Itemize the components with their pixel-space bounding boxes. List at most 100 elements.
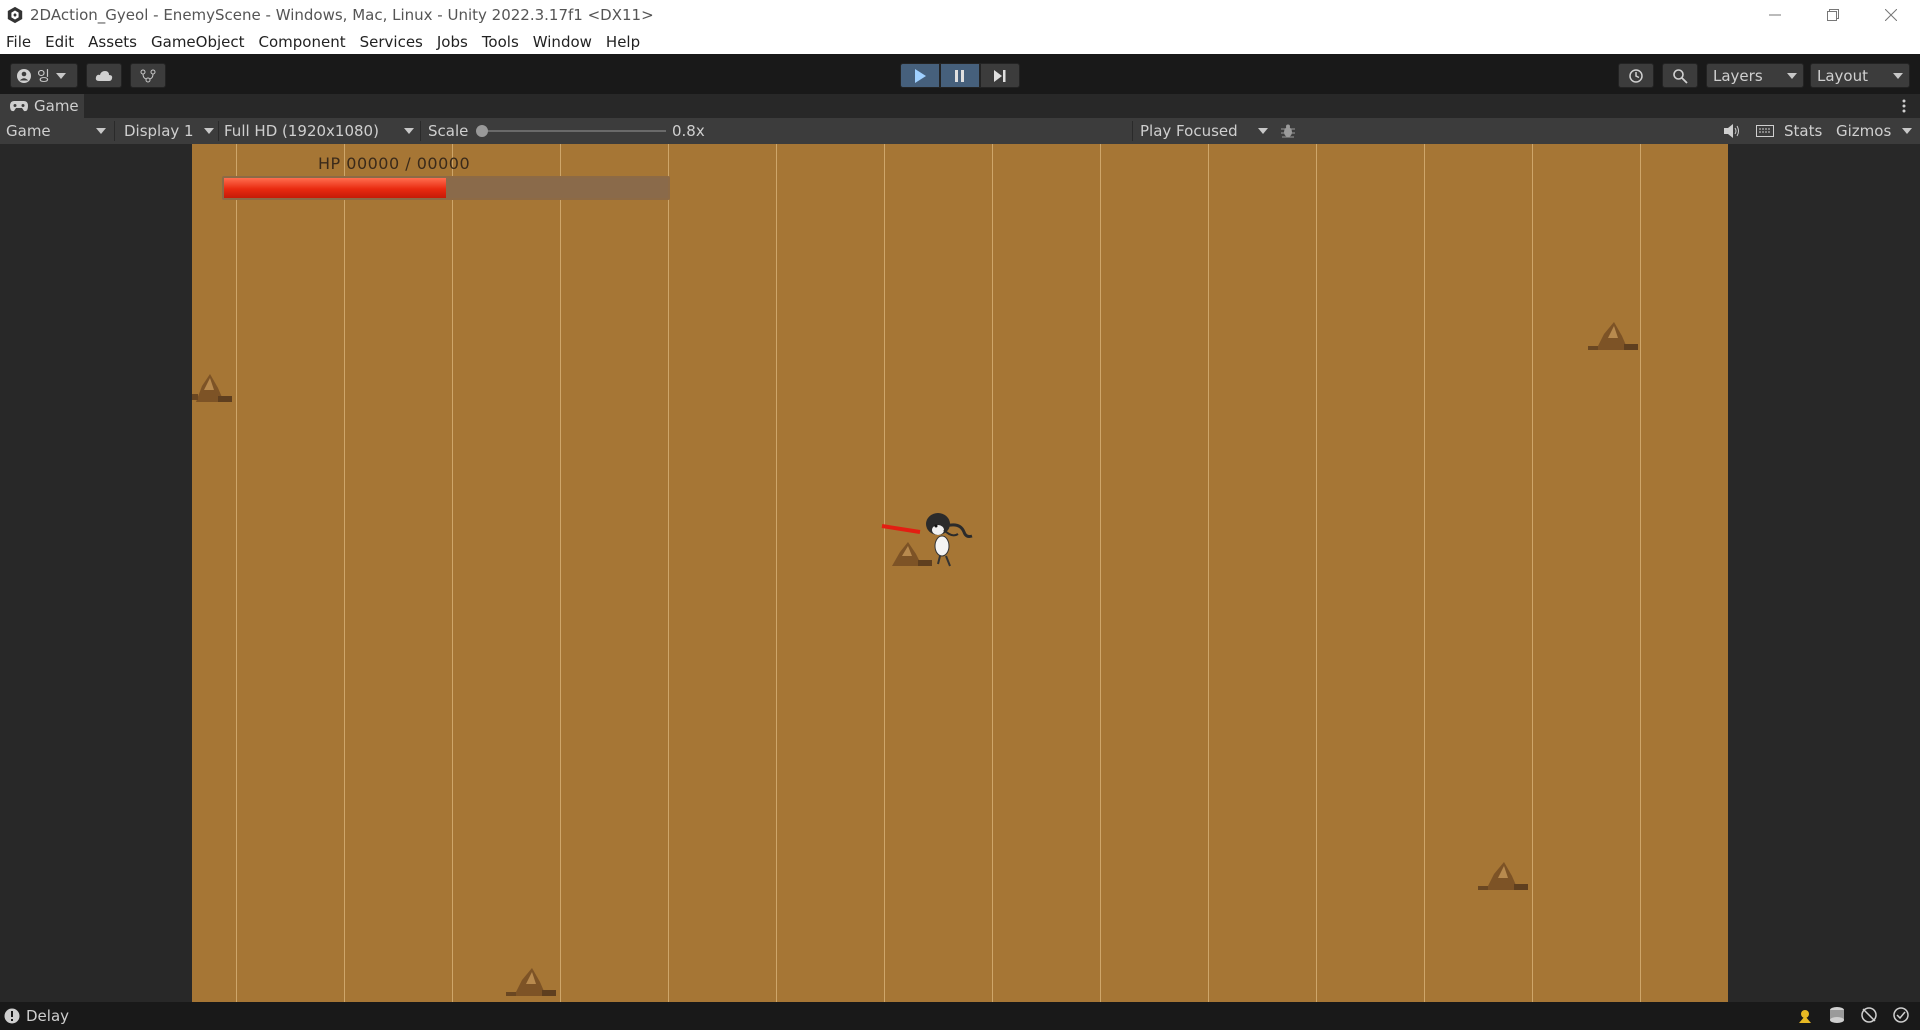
tab-game[interactable]: Game	[0, 94, 84, 118]
gizmos-button[interactable]: Gizmos	[1836, 118, 1891, 144]
play-mode-label: Play Focused	[1140, 122, 1238, 140]
grid-line	[344, 144, 345, 1002]
tab-bar: Game	[0, 94, 1920, 118]
play-mode-dropdown[interactable]: Play Focused	[1140, 118, 1270, 144]
account-label: 잉	[37, 68, 50, 85]
menu-assets[interactable]: Assets	[88, 33, 137, 51]
view-mode-dropdown[interactable]: Game	[6, 118, 110, 144]
rock-sprite	[1478, 862, 1528, 890]
grid-line	[1424, 144, 1425, 1002]
menu-tools[interactable]: Tools	[482, 33, 519, 51]
unity-logo-icon	[7, 6, 23, 24]
step-button[interactable]	[980, 63, 1020, 88]
menu-services[interactable]: Services	[360, 33, 423, 51]
layers-dropdown[interactable]: Layers	[1706, 63, 1804, 88]
chevron-down-icon	[1258, 128, 1268, 134]
search-button[interactable]	[1662, 63, 1698, 88]
separator	[1132, 121, 1133, 141]
title-bar: 2DAction_Gyeol - EnemyScene - Windows, M…	[0, 0, 1920, 30]
account-button[interactable]: 잉	[10, 63, 78, 88]
bug-icon	[1281, 124, 1295, 138]
view-mode-label: Game	[6, 122, 51, 140]
debug-button[interactable]	[1280, 118, 1300, 144]
grid-line	[1208, 144, 1209, 1002]
hp-text: HP 00000 / 00000	[318, 154, 471, 173]
scale-slider-track	[478, 130, 666, 132]
chevron-down-icon	[1893, 73, 1903, 79]
status-message[interactable]: Delay	[26, 1007, 69, 1025]
menu-gameobject[interactable]: GameObject	[151, 33, 245, 51]
menu-bar: File Edit Assets GameObject Component Se…	[0, 30, 1920, 54]
scale-label: Scale	[428, 122, 469, 140]
display-dropdown[interactable]: Display 1	[124, 118, 216, 144]
auto-generate-lighting-icon[interactable]	[1796, 1006, 1814, 1024]
grid-line	[1316, 144, 1317, 1002]
grid-line	[452, 144, 453, 1002]
chevron-down-icon	[1787, 73, 1797, 79]
chevron-down-icon	[96, 128, 106, 134]
grid-line	[1640, 144, 1641, 1002]
layout-dropdown[interactable]: Layout	[1810, 63, 1910, 88]
game-view-toolbar: Game Display 1 Full HD (1920x1080) Scale…	[0, 118, 1920, 144]
layout-label: Layout	[1817, 66, 1868, 85]
chevron-down-icon	[204, 128, 214, 134]
mute-audio-button[interactable]	[1724, 118, 1744, 144]
chevron-down-icon	[55, 72, 66, 79]
menu-file[interactable]: File	[6, 33, 31, 51]
close-button[interactable]	[1862, 0, 1920, 30]
cache-server-icon[interactable]	[1828, 1006, 1846, 1024]
rock-sprite	[1588, 322, 1638, 350]
menu-window[interactable]: Window	[533, 33, 592, 51]
game-viewport[interactable]: HP 00000 / 00000	[0, 144, 1920, 1002]
minimize-button[interactable]	[1746, 0, 1804, 30]
version-control-button[interactable]	[130, 63, 166, 88]
stats-button[interactable]: Stats	[1784, 118, 1822, 144]
separator	[114, 121, 115, 141]
close-icon	[1885, 9, 1897, 21]
play-button[interactable]	[900, 63, 940, 88]
pause-icon	[955, 69, 964, 82]
account-icon	[17, 68, 31, 83]
window-title: 2DAction_Gyeol - EnemyScene - Windows, M…	[30, 6, 654, 24]
chevron-down-icon	[404, 128, 414, 134]
hp-bar-fill	[224, 178, 446, 198]
more-options-icon[interactable]	[1902, 99, 1906, 113]
restore-icon	[1827, 9, 1839, 21]
network-disconnected-icon[interactable]	[1860, 1006, 1878, 1024]
menu-help[interactable]: Help	[606, 33, 640, 51]
main-toolbar: 잉 Layers Layout	[0, 54, 1920, 94]
separator	[420, 121, 421, 141]
undo-history-button[interactable]	[1618, 63, 1654, 88]
pause-button[interactable]	[940, 63, 980, 88]
scale-slider-handle[interactable]	[476, 125, 488, 137]
keyboard-icon	[1756, 125, 1774, 137]
resolution-dropdown[interactable]: Full HD (1920x1080)	[224, 118, 416, 144]
separator	[218, 121, 219, 141]
check-circle-icon[interactable]	[1892, 1006, 1910, 1024]
speaker-icon	[1724, 124, 1739, 138]
rock-sprite	[192, 374, 232, 402]
game-render-area[interactable]: HP 00000 / 00000	[192, 144, 1728, 1002]
gizmos-dropdown[interactable]	[1902, 118, 1916, 144]
play-icon	[915, 68, 926, 83]
rock-sprite	[506, 968, 556, 996]
display-label: Display 1	[124, 122, 194, 140]
chevron-down-icon	[1902, 128, 1912, 134]
keyboard-shortcuts-button[interactable]	[1756, 118, 1778, 144]
restore-button[interactable]	[1804, 0, 1862, 30]
grid-line	[668, 144, 669, 1002]
menu-jobs[interactable]: Jobs	[437, 33, 468, 51]
player-character-sprite	[881, 513, 973, 567]
scale-value: 0.8x	[672, 122, 705, 140]
cloud-button[interactable]	[86, 63, 122, 88]
layers-label: Layers	[1713, 66, 1763, 85]
scale-slider[interactable]	[476, 118, 666, 144]
grid-line	[560, 144, 561, 1002]
resolution-label: Full HD (1920x1080)	[224, 122, 379, 140]
status-icons	[1796, 1006, 1910, 1024]
step-icon	[994, 69, 1006, 82]
menu-edit[interactable]: Edit	[45, 33, 74, 51]
grid-line	[236, 144, 237, 1002]
grid-line	[776, 144, 777, 1002]
menu-component[interactable]: Component	[259, 33, 346, 51]
